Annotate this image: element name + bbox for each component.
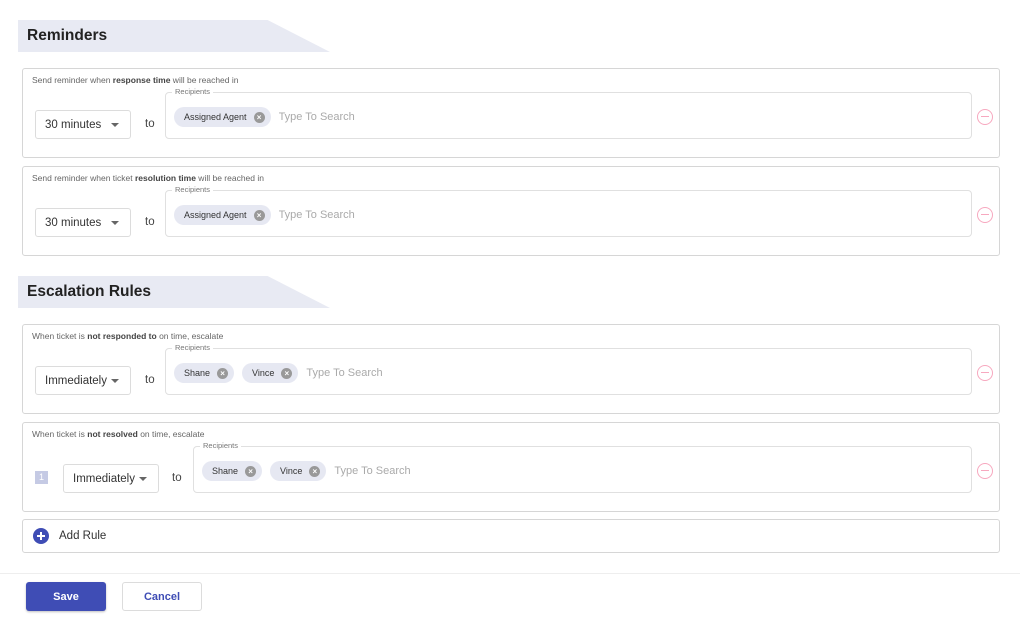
select-value: Immediately	[73, 472, 135, 485]
caret-down-icon	[111, 221, 119, 225]
desc-bold: not resolved	[87, 429, 138, 439]
chip-label: Assigned Agent	[184, 112, 247, 122]
footer-divider	[0, 573, 1020, 574]
plus-circle-icon	[33, 528, 49, 544]
rule-description: When ticket is not resolved on time, esc…	[32, 429, 204, 439]
chip-remove-icon[interactable]: ×	[281, 367, 293, 379]
rule-description: When ticket is not responded to on time,…	[32, 331, 223, 341]
add-rule-button[interactable]: Add Rule	[22, 519, 1000, 553]
desc-text: Send reminder when	[32, 75, 113, 85]
escalation-rule-response: When ticket is not responded to on time,…	[22, 324, 1000, 414]
desc-text: Send reminder when ticket	[32, 173, 135, 183]
recipients-label: Recipients	[172, 87, 214, 97]
recipients-label: Recipients	[200, 441, 242, 451]
chip-label: Shane	[212, 466, 239, 476]
caret-down-icon	[139, 477, 147, 481]
recipient-chip: Vince ×	[242, 363, 299, 383]
recipients-field[interactable]: Recipients Assigned Agent ×	[165, 87, 972, 139]
save-button[interactable]: Save	[26, 582, 106, 611]
recipients-label: Recipients	[172, 343, 214, 353]
reminder-rule-resolution: Send reminder when ticket resolution tim…	[22, 166, 1000, 256]
recipient-chip: Shane ×	[174, 363, 235, 383]
desc-text: on time, escalate	[156, 331, 224, 341]
escalation-level-badge: 1	[35, 471, 48, 484]
time-select[interactable]: 30 minutes	[35, 208, 131, 237]
chip-remove-icon[interactable]: ×	[309, 465, 321, 477]
desc-text: will be reached in	[195, 173, 264, 183]
remove-rule-icon[interactable]	[977, 463, 993, 479]
remove-rule-icon[interactable]	[977, 109, 993, 125]
caret-down-icon	[111, 379, 119, 383]
time-select[interactable]: 30 minutes	[35, 110, 131, 139]
chip-remove-icon[interactable]: ×	[253, 209, 265, 221]
select-value: 30 minutes	[45, 216, 102, 229]
chip-label: Shane	[184, 368, 211, 378]
recipient-chip: Vince ×	[270, 461, 327, 481]
time-select[interactable]: Immediately	[35, 366, 131, 395]
to-label: to	[145, 374, 155, 386]
recipients-field[interactable]: Recipients Assigned Agent ×	[165, 185, 972, 237]
recipient-search-input[interactable]	[278, 111, 439, 123]
chip-label: Vince	[280, 466, 303, 476]
desc-text: When ticket is	[32, 429, 88, 439]
recipient-chip: Shane ×	[202, 461, 263, 481]
chip-label: Assigned Agent	[184, 210, 247, 220]
desc-bold: not responded to	[87, 331, 157, 341]
rule-description: Send reminder when response time will be…	[32, 75, 238, 85]
desc-bold: response time	[112, 75, 171, 85]
to-label: to	[145, 118, 155, 130]
caret-down-icon	[111, 123, 119, 127]
to-label: to	[145, 216, 155, 228]
desc-bold: resolution time	[135, 173, 196, 183]
recipients-field[interactable]: Recipients Shane × Vince ×	[165, 343, 972, 395]
reminders-title: Reminders	[27, 27, 108, 44]
remove-rule-icon[interactable]	[977, 365, 993, 381]
recipients-field[interactable]: Recipients Shane × Vince ×	[193, 441, 972, 493]
escalation-rule-resolution: When ticket is not resolved on time, esc…	[22, 422, 1000, 512]
add-rule-label: Add Rule	[59, 530, 107, 542]
time-select[interactable]: Immediately	[63, 464, 159, 493]
select-value: 30 minutes	[45, 118, 102, 131]
recipients-label: Recipients	[172, 185, 214, 195]
recipient-chip: Assigned Agent ×	[174, 205, 271, 225]
recipient-search-input[interactable]	[334, 465, 495, 477]
chip-remove-icon[interactable]: ×	[217, 367, 229, 379]
escalation-title: Escalation Rules	[27, 283, 152, 300]
chip-remove-icon[interactable]: ×	[245, 465, 257, 477]
recipient-search-input[interactable]	[306, 367, 467, 379]
reminder-rule-response: Send reminder when response time will be…	[22, 68, 1000, 158]
remove-rule-icon[interactable]	[977, 207, 993, 223]
to-label: to	[172, 472, 182, 484]
rule-description: Send reminder when ticket resolution tim…	[32, 173, 264, 183]
desc-text: When ticket is	[32, 331, 88, 341]
desc-text: will be reached in	[170, 75, 239, 85]
recipient-chip: Assigned Agent ×	[174, 107, 271, 127]
desc-text: on time, escalate	[137, 429, 205, 439]
chip-label: Vince	[252, 368, 275, 378]
cancel-button[interactable]: Cancel	[122, 582, 202, 611]
escalation-section-header: Escalation Rules	[18, 276, 330, 308]
reminders-section-header: Reminders	[18, 20, 330, 52]
select-value: Immediately	[45, 374, 107, 387]
chip-remove-icon[interactable]: ×	[253, 111, 265, 123]
recipient-search-input[interactable]	[278, 209, 439, 221]
